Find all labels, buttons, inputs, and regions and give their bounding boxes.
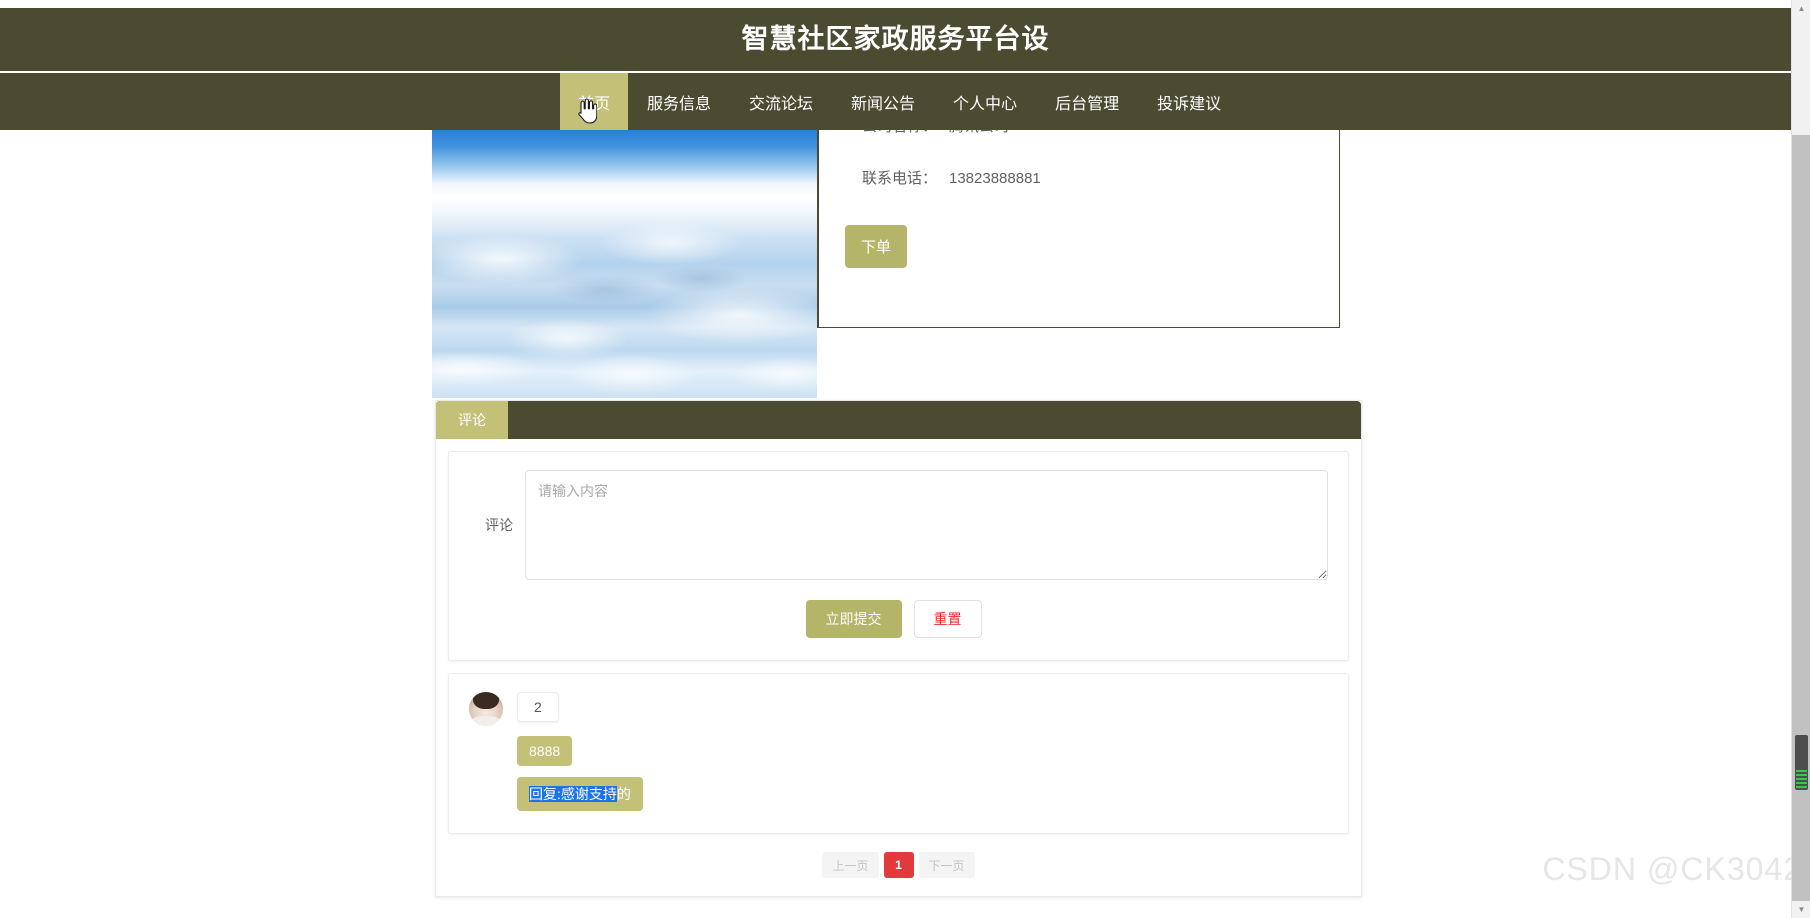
vertical-scrollbar[interactable]: ▲ ▼: [1791, 0, 1810, 918]
main-navigation: 首页 服务信息 交流论坛 新闻公告 个人中心 后台管理 投诉建议: [0, 73, 1791, 130]
nav-item-home[interactable]: 首页: [560, 73, 628, 130]
scrollbar-track-upper[interactable]: [1792, 17, 1810, 135]
nav-item-news[interactable]: 新闻公告: [832, 73, 934, 130]
nav-item-label: 个人中心: [953, 95, 1018, 113]
comment-form-actions: 立即提交 重置: [449, 600, 1328, 638]
scroll-up-arrow-icon[interactable]: ▲: [1792, 0, 1810, 17]
page-top-strip: [0, 0, 1810, 8]
service-detail-card: 服务内容： 内涵，逻辑与效果相一至相关服务有目的。 账号： 1 公司名称： 腾讯…: [432, 130, 1362, 398]
info-label: 公司名称：: [819, 130, 949, 141]
nav-item-label: 投诉建议: [1157, 95, 1222, 113]
info-row-company-name: 公司名称： 腾讯公司: [819, 130, 1339, 165]
pagination: 上一页 1 下一页: [448, 852, 1349, 878]
comment-reply-bubble: 回复:感谢支持的: [517, 777, 643, 811]
nav-item-complaints[interactable]: 投诉建议: [1138, 73, 1240, 130]
list-item: 2 8888 回复:感谢支持的: [469, 692, 1328, 811]
comment-form-row: 评论: [449, 470, 1328, 580]
info-label: 联系电话：: [861, 170, 937, 187]
comment-reply-selected-text: 回复:感谢支持: [529, 786, 617, 802]
page-content: 服务内容： 内涵，逻辑与效果相一至相关服务有目的。 账号： 1 公司名称： 腾讯…: [0, 130, 1791, 918]
comment-content-bubble: 8888: [517, 736, 573, 766]
browser-page: 智慧社区家政服务平台设 首页 服务信息 交流论坛 新闻公告 个人中心 后台管理 …: [0, 0, 1810, 918]
service-info-panel: 服务内容： 内涵，逻辑与效果相一至相关服务有目的。 账号： 1 公司名称： 腾讯…: [817, 130, 1340, 328]
tab-comments[interactable]: 评论: [436, 401, 508, 439]
reset-comment-button[interactable]: 重置: [913, 600, 982, 638]
site-header: 智慧社区家政服务平台设: [0, 8, 1791, 71]
comment-body: 2 8888 回复:感谢支持的: [517, 692, 1328, 811]
comment-username: 2: [517, 692, 559, 722]
pagination-next-button[interactable]: 下一页: [918, 852, 975, 878]
place-order-button[interactable]: 下单: [845, 225, 908, 268]
comment-panel-header: 评论: [436, 401, 1361, 439]
nav-item-forum[interactable]: 交流论坛: [730, 73, 832, 130]
comment-form: 评论 立即提交 重置: [448, 451, 1349, 661]
info-value: 腾讯公司: [949, 130, 1009, 141]
info-row-contact-phone: 联系电话： 13823888881: [819, 165, 1339, 217]
pagination-prev-button[interactable]: 上一页: [822, 852, 879, 878]
nav-item-personal-center[interactable]: 个人中心: [934, 73, 1036, 130]
comment-field-label: 评论: [485, 517, 513, 533]
scrollbar-track-lower[interactable]: [1792, 135, 1810, 901]
pagination-page-1[interactable]: 1: [883, 852, 914, 878]
comment-input[interactable]: [525, 470, 1328, 580]
tab-comments-label: 评论: [458, 412, 486, 428]
nav-item-label: 首页: [577, 95, 610, 113]
comment-list: 2 8888 回复:感谢支持的: [448, 673, 1349, 834]
comment-panel: 评论 评论 立即提交 重置: [435, 400, 1362, 897]
scrollbar-thumb[interactable]: [1795, 735, 1808, 790]
info-value: 13823888881: [949, 170, 1041, 187]
nav-item-label: 新闻公告: [851, 95, 916, 113]
submit-comment-button[interactable]: 立即提交: [805, 600, 902, 638]
page-title: 智慧社区家政服务平台设: [741, 24, 1050, 54]
nav-item-label: 服务信息: [647, 95, 712, 113]
comment-reply-trailing-text: 的: [616, 786, 631, 802]
comment-panel-body: 评论 立即提交 重置 2 8888: [436, 439, 1361, 896]
service-image: [432, 130, 817, 398]
scroll-down-arrow-icon[interactable]: ▼: [1792, 901, 1810, 918]
nav-item-label: 交流论坛: [749, 95, 814, 113]
nav-item-admin[interactable]: 后台管理: [1036, 73, 1138, 130]
nav-item-service-info[interactable]: 服务信息: [628, 73, 730, 130]
nav-item-label: 后台管理: [1055, 95, 1120, 113]
avatar: [469, 692, 503, 726]
